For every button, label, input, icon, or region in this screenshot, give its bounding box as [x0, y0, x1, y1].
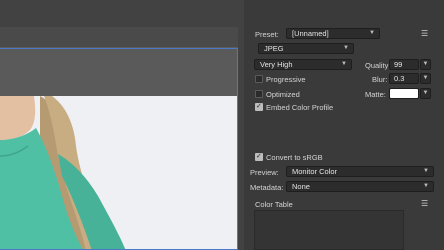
blur-stepper[interactable]: ▼ — [420, 73, 431, 84]
file-format-dropdown[interactable]: JPEG ▼ — [258, 43, 354, 54]
matte-dropdown[interactable]: ▼ — [420, 88, 431, 99]
chevron-down-icon: ▼ — [369, 30, 375, 36]
preview-color-value: Monitor Color — [292, 167, 338, 176]
metadata-dropdown[interactable]: None ▼ — [286, 181, 434, 192]
preset-label: Preset: — [255, 30, 279, 39]
chevron-down-icon: ▼ — [341, 61, 347, 67]
menu-lines-icon[interactable]: ☰ — [421, 200, 430, 208]
preview-label: Preview: — [250, 168, 279, 177]
color-table-title: Color Table — [255, 200, 293, 209]
blur-input[interactable]: 0.3 — [389, 73, 419, 84]
progressive-label: Progressive — [266, 75, 306, 84]
quality-input[interactable]: 99 — [389, 59, 419, 70]
optimized-checkbox[interactable] — [255, 90, 263, 98]
embed-color-profile-checkbox[interactable] — [255, 102, 263, 111]
optimize-settings-panel: Preset: [Unnamed] ▼ ☰ JPEG ▼ Very High ▼… — [244, 0, 444, 250]
chevron-down-icon: ▼ — [423, 183, 429, 189]
compression-quality-dropdown[interactable]: Very High ▼ — [254, 59, 352, 70]
progressive-checkbox[interactable] — [255, 75, 263, 83]
chevron-down-icon: ▼ — [343, 45, 349, 51]
metadata-label: Metadata: — [250, 183, 284, 192]
embed-color-profile-label: Embed Color Profile — [266, 103, 334, 112]
quality-label: Quality: — [365, 61, 391, 70]
file-format-value: JPEG — [264, 44, 284, 53]
chevron-down-icon: ▼ — [423, 168, 429, 174]
color-table-swatches[interactable] — [254, 210, 404, 250]
menu-lines-icon[interactable]: ☰ — [421, 30, 430, 38]
preset-dropdown[interactable]: [Unnamed] ▼ — [286, 28, 380, 39]
preview-color-dropdown[interactable]: Monitor Color ▼ — [286, 166, 434, 177]
optimized-label: Optimized — [266, 90, 300, 99]
quality-stepper[interactable]: ▼ — [420, 59, 431, 70]
matte-color-swatch[interactable] — [389, 88, 419, 99]
chevron-down-icon: ▼ — [422, 61, 429, 67]
preview-image — [0, 96, 237, 249]
person-photo — [0, 96, 237, 249]
blur-label: Blur: — [372, 75, 388, 84]
metadata-value: None — [292, 182, 310, 191]
matte-label: Matte: — [365, 90, 386, 99]
preview-canvas-area — [0, 0, 244, 250]
convert-srgb-checkbox[interactable] — [255, 152, 263, 161]
preset-value: [Unnamed] — [292, 29, 329, 38]
optimized-preview-frame[interactable] — [0, 48, 238, 250]
preview-tab-bar — [0, 27, 238, 48]
chevron-down-icon: ▼ — [422, 75, 429, 81]
chevron-down-icon: ▼ — [422, 90, 429, 96]
compression-quality-value: Very High — [260, 60, 293, 69]
convert-srgb-label: Convert to sRGB — [266, 153, 323, 162]
